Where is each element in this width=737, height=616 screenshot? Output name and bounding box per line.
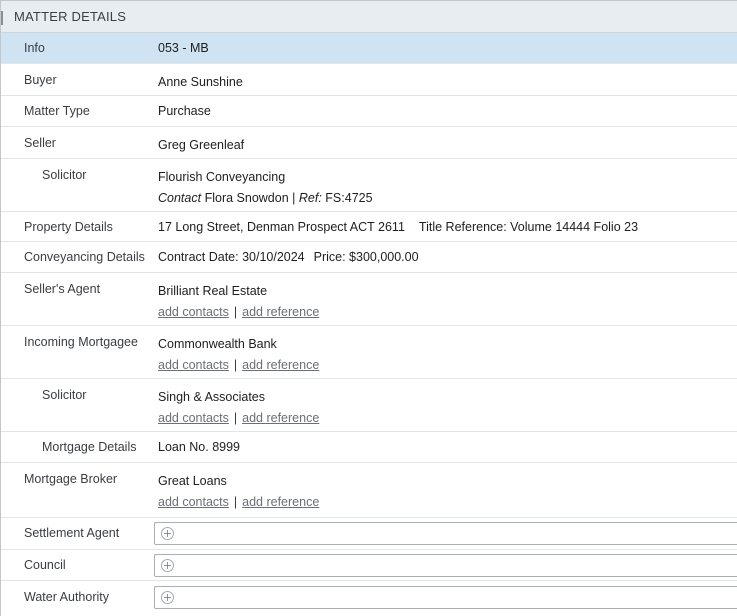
- info-value: 053 - MB: [158, 41, 209, 55]
- sellers-agent-name: Brilliant Real Estate: [158, 284, 268, 298]
- row-settlement-agent[interactable]: Settlement Agent: [1, 518, 737, 550]
- plus-circle-icon[interactable]: [161, 527, 174, 540]
- row-label: Council: [24, 558, 66, 572]
- broker-links: add contacts | add reference: [158, 495, 737, 509]
- row-conveyancing-details[interactable]: Conveyancing Details Contract Date: 30/1…: [1, 242, 737, 273]
- add-reference-link[interactable]: add reference: [242, 411, 319, 425]
- plus-circle-icon[interactable]: [161, 559, 174, 572]
- add-contacts-link[interactable]: add contacts: [158, 495, 229, 509]
- row-seller-solicitor[interactable]: Solicitor Flourish Conveyancing Contact …: [1, 159, 737, 212]
- add-reference-link[interactable]: add reference: [242, 305, 319, 319]
- row-sellers-agent[interactable]: Seller's Agent Brilliant Real Estate add…: [1, 273, 737, 326]
- mortgagee-name: Commonwealth Bank: [158, 337, 277, 351]
- add-reference-link[interactable]: add reference: [242, 358, 319, 372]
- sellers-agent-links: add contacts | add reference: [158, 305, 737, 319]
- water-authority-field[interactable]: [154, 586, 737, 609]
- contact-label: Contact: [158, 191, 202, 205]
- row-seller[interactable]: Seller Greg Greenleaf: [1, 127, 737, 159]
- contact-name: Flora Snowdon: [204, 191, 289, 205]
- row-incoming-mortgagee[interactable]: Incoming Mortgagee Commonwealth Bank add…: [1, 326, 737, 379]
- row-label: Solicitor: [42, 168, 87, 182]
- row-mortgage-details[interactable]: Mortgage Details Loan No. 8999: [1, 432, 737, 463]
- contact-divider: |: [292, 191, 296, 205]
- panel-header: MATTER DETAILS: [1, 1, 737, 33]
- link-divider: |: [233, 495, 238, 509]
- link-divider: |: [233, 411, 238, 425]
- price: Price: $300,000.00: [313, 250, 419, 264]
- seller-solicitor-value: Flourish Conveyancing Contact Flora Snow…: [158, 168, 737, 211]
- incoming-mortgagee-value: Commonwealth Bank add contacts | add refer…: [158, 335, 737, 378]
- row-matter-type[interactable]: Matter Type Purchase: [1, 96, 737, 127]
- add-contacts-link[interactable]: add contacts: [158, 411, 229, 425]
- panel-edge-marker: [1, 11, 3, 25]
- matter-details-panel: MATTER DETAILS Info 053 - MB Buyer Anne …: [0, 0, 737, 616]
- row-label: Solicitor: [42, 388, 87, 402]
- broker-name: Great Loans: [158, 474, 227, 488]
- mortgagee-links: add contacts | add reference: [158, 358, 737, 372]
- row-info[interactable]: Info 053 - MB: [1, 33, 737, 64]
- solicitor-contact-line: Contact Flora Snowdon | Ref: FS:4725: [158, 191, 737, 205]
- property-details-value: 17 Long Street, Denman Prospect ACT 2611…: [158, 220, 737, 241]
- seller-value: Greg Greenleaf: [158, 138, 245, 152]
- row-label: Matter Type: [24, 104, 90, 118]
- conveyancing-details-value: Contract Date: 30/10/2024 Price: $300,000…: [158, 250, 737, 272]
- add-contacts-link[interactable]: add contacts: [158, 358, 229, 372]
- mortgagee-solicitor-links: add contacts | add reference: [158, 411, 737, 425]
- ref-value: FS:4725: [325, 191, 373, 205]
- settlement-agent-field[interactable]: [154, 522, 737, 545]
- add-contacts-link[interactable]: add contacts: [158, 305, 229, 319]
- details-list: Info 053 - MB Buyer Anne Sunshine Matter…: [1, 33, 737, 613]
- panel-title: MATTER DETAILS: [14, 9, 127, 24]
- row-water-authority[interactable]: Water Authority: [1, 581, 737, 613]
- solicitor-name: Flourish Conveyancing: [158, 170, 286, 184]
- row-mortgagee-solicitor[interactable]: Solicitor Singh & Associates add contact…: [1, 379, 737, 432]
- mortgage-details-value: Loan No. 8999: [158, 440, 241, 454]
- plus-circle-icon[interactable]: [161, 591, 174, 604]
- row-label: Mortgage Broker: [24, 472, 118, 486]
- mortgagee-solicitor-name: Singh & Associates: [158, 390, 266, 404]
- link-divider: |: [233, 358, 238, 372]
- matter-type-value: Purchase: [158, 104, 211, 118]
- buyer-value: Anne Sunshine: [158, 75, 243, 89]
- row-label: Buyer: [24, 73, 57, 87]
- row-label: Water Authority: [24, 590, 109, 604]
- row-label: Conveyancing Details: [24, 250, 145, 264]
- row-label: Property Details: [24, 220, 113, 234]
- property-address: 17 Long Street, Denman Prospect ACT 2611: [158, 220, 405, 234]
- row-property-details[interactable]: Property Details 17 Long Street, Denman …: [1, 212, 737, 242]
- council-field[interactable]: [154, 554, 737, 577]
- contract-date: Contract Date: 30/10/2024: [158, 250, 305, 264]
- row-label: Seller's Agent: [24, 282, 101, 296]
- row-label: Incoming Mortgagee: [24, 335, 138, 349]
- row-label: Seller: [24, 136, 56, 150]
- row-buyer[interactable]: Buyer Anne Sunshine: [1, 64, 737, 96]
- row-label: Settlement Agent: [24, 526, 120, 540]
- add-reference-link[interactable]: add reference: [242, 495, 319, 509]
- link-divider: |: [233, 305, 238, 319]
- sellers-agent-value: Brilliant Real Estate add contacts | add r…: [158, 282, 737, 325]
- ref-label: Ref:: [298, 191, 322, 205]
- row-council[interactable]: Council: [1, 550, 737, 581]
- row-label: Mortgage Details: [42, 440, 137, 454]
- row-mortgage-broker[interactable]: Mortgage Broker Great Loans add contacts…: [1, 463, 737, 518]
- row-label: Info: [24, 41, 45, 55]
- mortgagee-solicitor-value: Singh & Associates add contacts | add refe…: [158, 388, 737, 431]
- mortgage-broker-value: Great Loans add contacts | add reference: [158, 472, 737, 517]
- title-reference: Title Reference: Volume 14444 Folio 23: [418, 220, 639, 234]
